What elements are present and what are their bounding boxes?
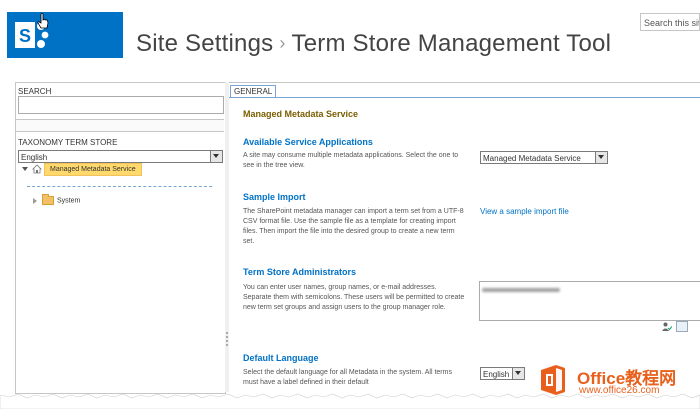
tree-node-system[interactable]: System [33, 194, 80, 205]
service-application-select[interactable]: Managed Metadata Service [480, 151, 608, 164]
chevron-down-icon[interactable] [595, 152, 607, 163]
service-application-select-value: Managed Metadata Service [483, 154, 581, 163]
section-title-available-service-applications: Available Service Applications [243, 137, 373, 147]
tree-drop-indicator [27, 186, 212, 187]
section-text-term-store-administrators: You can enter user names, group names, o… [243, 284, 465, 311]
tree-search-input[interactable] [18, 96, 224, 114]
section-text-available-service-applications: A site may consume multiple metadata app… [243, 152, 459, 169]
default-language-select-value: English [483, 370, 510, 379]
breadcrumb-separator: › [279, 33, 286, 53]
service-title: Managed Metadata Service [243, 109, 359, 119]
section-title-term-store-administrators: Term Store Administrators [243, 267, 357, 277]
language-select[interactable]: English [18, 150, 223, 163]
breadcrumb-current: Term Store Management Tool [291, 30, 612, 57]
expand-toggle-icon[interactable] [22, 167, 28, 171]
sample-import-link[interactable]: View a sample import file [480, 207, 569, 216]
redacted-administrator-name [482, 288, 560, 292]
chevron-down-icon[interactable] [512, 368, 524, 379]
administrators-people-picker[interactable] [479, 281, 700, 321]
tree-node-label[interactable]: System [57, 197, 80, 204]
expand-toggle-icon[interactable] [33, 197, 37, 204]
sharepoint-logo-icon[interactable]: S [7, 12, 123, 58]
taxonomy-term-store-label: TAXONOMY TERM STORE [18, 138, 118, 147]
check-names-icon[interactable] [662, 322, 672, 331]
page-title: Site Settings › Term Store Management Tool [136, 30, 611, 58]
address-book-icon[interactable] [676, 321, 688, 332]
section-title-sample-import: Sample Import [243, 192, 306, 202]
section-text-sample-import: The SharePoint metadata manager can impo… [243, 208, 464, 245]
site-search-input[interactable]: Search this site [640, 13, 700, 31]
panel-divider [16, 119, 224, 132]
tab-strip-border [229, 97, 700, 98]
svg-text:S: S [19, 26, 31, 46]
default-language-select[interactable]: English [480, 367, 525, 380]
language-select-value: English [21, 153, 48, 162]
breadcrumb-site-settings[interactable]: Site Settings [136, 30, 273, 57]
chevron-down-icon[interactable] [210, 151, 222, 162]
section-title-default-language: Default Language [243, 353, 319, 363]
search-label: SEARCH [18, 87, 52, 96]
tree-root-node[interactable]: Managed Metadata Service [22, 162, 142, 178]
folder-icon [42, 194, 54, 205]
torn-edge-decoration [0, 393, 700, 409]
hand-cursor-icon [37, 13, 49, 29]
home-icon [32, 164, 42, 174]
section-text-default-language: Select the default language for all Meta… [243, 369, 452, 386]
tree-root-label[interactable]: Managed Metadata Service [44, 162, 142, 176]
